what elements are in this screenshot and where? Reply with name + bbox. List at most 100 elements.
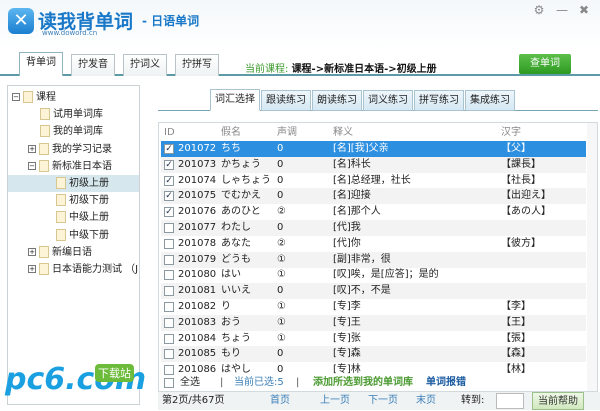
kanji: 【王】 bbox=[501, 316, 531, 328]
kanji: 【李】 bbox=[501, 301, 531, 312]
table-row[interactable]: 201079 どうも ① [副]非常，很 bbox=[161, 251, 586, 268]
tree-node-label: 中级上册 bbox=[69, 212, 109, 224]
table-row[interactable]: ✓ 201073 かちょう 0 [名]科长 【課長】 bbox=[161, 156, 586, 173]
row-checkbox[interactable] bbox=[164, 317, 174, 328]
table-row[interactable]: 201082 り ① [专]李 【李】 bbox=[161, 299, 586, 315]
meaning: [专]李 bbox=[333, 301, 361, 312]
word-id: 201083 bbox=[178, 316, 217, 328]
expand-icon[interactable]: + bbox=[28, 247, 36, 256]
practice-tabs: 词汇选择 跟读练习 朗读练习 词义练习 拼写练习 集成练习 bbox=[158, 89, 598, 111]
tab-spelling[interactable]: 拧拼写 bbox=[175, 54, 219, 76]
tree-node[interactable]: 初级下册 bbox=[8, 192, 139, 209]
tree-node[interactable]: 我的单词库 bbox=[8, 123, 139, 140]
word-table: ID 假名 声调 释义 汉字 ✓ 201072 ちち 0 [名][我]父亲 【父】 ✓ 201… bbox=[158, 122, 598, 392]
row-checkbox[interactable]: ✓ bbox=[164, 207, 174, 218]
row-checkbox[interactable] bbox=[164, 302, 174, 312]
header-tone: 声调 bbox=[277, 127, 297, 138]
last-page-link[interactable]: 末页 bbox=[416, 392, 436, 410]
table-row[interactable]: 201078 あなた ② [代]你 【彼方】 bbox=[161, 236, 586, 252]
word-id: 201084 bbox=[178, 332, 217, 344]
subtab[interactable]: 词义练习 bbox=[363, 90, 413, 111]
tree-node[interactable]: − 课程 bbox=[8, 89, 139, 106]
help-button[interactable]: 当前帮助 bbox=[532, 392, 584, 410]
tree-node[interactable]: + 日本语能力测试 （JL bbox=[8, 261, 139, 278]
subtab[interactable]: 跟读练习 bbox=[261, 90, 311, 111]
close-icon[interactable]: ✖ bbox=[576, 2, 592, 18]
expand-icon[interactable]: + bbox=[28, 144, 36, 153]
kanji: 【社長】 bbox=[501, 174, 541, 186]
table-row[interactable]: ✓ 201074 しゃちょう 0 [名]总经理，社长 【社長】 bbox=[161, 173, 586, 189]
table-row[interactable]: 201077 わたし 0 [代]我 bbox=[161, 220, 586, 236]
tab-pronunciation[interactable]: 拧发音 bbox=[71, 54, 115, 76]
page-icon bbox=[56, 211, 66, 224]
table-row[interactable]: 201083 おう ① [专]王 【王】 bbox=[161, 314, 586, 331]
row-checkbox[interactable]: ✓ bbox=[164, 175, 174, 186]
row-checkbox[interactable]: ✓ bbox=[164, 144, 174, 154]
kana: ちち bbox=[221, 143, 241, 154]
select-all-label[interactable]: 全选 bbox=[180, 375, 200, 391]
tone: ① bbox=[277, 253, 286, 265]
meaning: [副]非常，很 bbox=[333, 253, 391, 265]
table-row[interactable]: ✓ 201076 あのひと ② [名]那个人 【あの人】 bbox=[161, 204, 586, 220]
header-kana: 假名 bbox=[221, 127, 241, 138]
row-checkbox[interactable] bbox=[164, 254, 174, 265]
table-row[interactable]: 201081 いいえ 0 [叹]不，不是 bbox=[161, 283, 586, 300]
kana: かちょう bbox=[221, 158, 261, 170]
tab-memorize[interactable]: 背单词 bbox=[19, 52, 63, 76]
header-kanji: 汉字 bbox=[501, 127, 521, 138]
tab-meaning[interactable]: 拧词义 bbox=[123, 54, 167, 76]
tone: ② bbox=[277, 237, 286, 249]
word-id: 201073 bbox=[178, 158, 217, 170]
row-checkbox[interactable]: ✓ bbox=[164, 159, 174, 170]
subtab[interactable]: 词汇选择 bbox=[210, 89, 260, 111]
goto-page-input[interactable] bbox=[496, 393, 524, 409]
expand-icon[interactable]: + bbox=[28, 265, 36, 273]
table-row[interactable]: ✓ 201072 ちち 0 [名][我]父亲 【父】 bbox=[161, 141, 586, 157]
tree-node[interactable]: 初级上册 bbox=[8, 175, 139, 192]
word-id: 201080 bbox=[178, 269, 217, 281]
minimize-icon[interactable]: — bbox=[554, 2, 570, 18]
lookup-word-button[interactable]: 查单词 bbox=[519, 54, 571, 74]
settings-icon[interactable]: ⚙ bbox=[531, 2, 547, 18]
row-checkbox[interactable] bbox=[164, 365, 174, 376]
subtab[interactable]: 集成练习 bbox=[465, 90, 515, 111]
first-page-link[interactable]: 首页 bbox=[270, 392, 290, 410]
collapse-icon[interactable]: − bbox=[28, 161, 36, 170]
next-page-link[interactable]: 下一页 bbox=[368, 392, 398, 410]
select-all-checkbox[interactable] bbox=[164, 378, 174, 388]
logo-icon: ✕ bbox=[8, 8, 34, 34]
table-row[interactable]: 201084 ちょう ① [专]张 【張】 bbox=[161, 331, 586, 347]
tree-node[interactable]: 中级下册 bbox=[8, 227, 139, 244]
row-checkbox[interactable] bbox=[164, 223, 174, 233]
tree-node[interactable]: + 新编日语 bbox=[8, 244, 139, 261]
table-row[interactable]: 201080 はい ① [叹]唉，是[应答]；是的 bbox=[161, 267, 586, 283]
row-checkbox[interactable]: ✓ bbox=[164, 191, 174, 202]
subtab[interactable]: 朗读练习 bbox=[312, 90, 362, 111]
page-icon bbox=[56, 177, 66, 189]
table-row[interactable]: ✓ 201075 でむかえ 0 [名]迎接 【出迎え】 bbox=[161, 188, 586, 205]
row-checkbox[interactable] bbox=[164, 270, 174, 281]
kana: おう bbox=[221, 316, 241, 328]
tone: ① bbox=[277, 332, 286, 344]
row-checkbox[interactable] bbox=[164, 349, 174, 360]
row-checkbox[interactable] bbox=[164, 333, 174, 344]
subtab[interactable]: 拼写练习 bbox=[414, 90, 464, 111]
tree-node[interactable]: − 新标准日本语 bbox=[8, 158, 139, 175]
add-to-library-link[interactable]: 添加所选到我的单词库 bbox=[313, 375, 413, 391]
report-error-link[interactable]: 单词报错 bbox=[426, 375, 466, 391]
tree-node-label: 初级上册 bbox=[69, 178, 109, 189]
prev-page-link[interactable]: 上一页 bbox=[320, 392, 350, 410]
tree-node[interactable]: 中级上册 bbox=[8, 209, 139, 226]
tree-node-label: 课程 bbox=[36, 92, 56, 103]
tree-node[interactable]: + 我的学习记录 bbox=[8, 141, 139, 158]
course-tree: − 课程试用单词库 我的单词库 + 我的学习记录 − 新标准日本语初级上册初级下册中级上册中… bbox=[7, 85, 140, 405]
scrollbar[interactable] bbox=[587, 123, 597, 391]
row-checkbox[interactable] bbox=[164, 238, 174, 249]
app-url: www.doword.cn bbox=[42, 29, 98, 37]
tree-node[interactable]: 试用单词库 bbox=[8, 106, 139, 123]
course-label: 当前课程: bbox=[245, 64, 289, 75]
row-checkbox[interactable] bbox=[164, 286, 174, 297]
meaning: [名][我]父亲 bbox=[333, 143, 389, 154]
table-row[interactable]: 201085 もり 0 [专]森 【森】 bbox=[161, 346, 586, 363]
collapse-icon[interactable]: − bbox=[12, 93, 20, 101]
